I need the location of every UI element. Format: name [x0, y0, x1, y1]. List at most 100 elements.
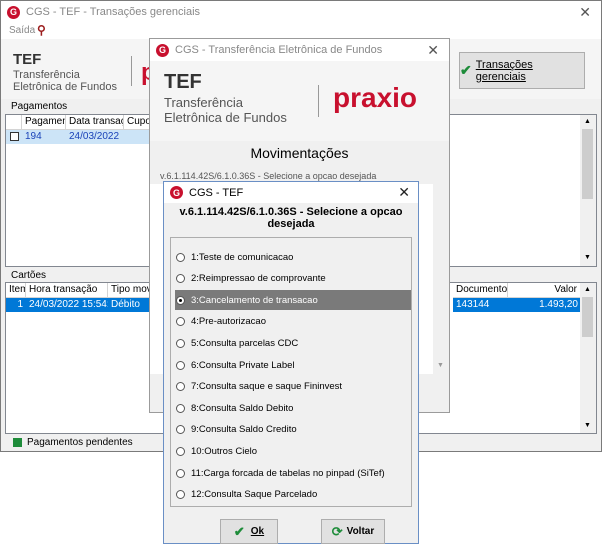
- pag-cell-data: 24/03/2022: [69, 131, 120, 142]
- option-label: 5:Consulta parcelas CDC: [191, 337, 299, 349]
- option-radio[interactable]: [176, 490, 185, 500]
- option-item[interactable]: 4:Pre-autorizacao: [175, 312, 411, 332]
- close-icon[interactable]: ✕: [398, 184, 410, 201]
- pag-header-check: [6, 115, 22, 130]
- option-radio[interactable]: [176, 338, 185, 348]
- voltar-button[interactable]: ⟳ Voltar: [321, 519, 385, 544]
- cartoes-group-label: Cartões: [11, 270, 47, 281]
- ok-button[interactable]: ✔ Ok: [220, 519, 278, 544]
- cart-cell-hora: 24/03/2022 15:54:16: [29, 299, 108, 310]
- check-icon: ✔: [460, 62, 472, 78]
- cart-header-hora: Hora transação: [26, 283, 108, 298]
- close-icon[interactable]: ✕: [427, 42, 439, 59]
- option-item[interactable]: 6:Consulta Private Label: [175, 355, 411, 375]
- tef-logo-divider: [318, 85, 319, 117]
- pag-cell-pagamento: 194: [25, 131, 42, 142]
- main-logo-sub1: Transferência: [13, 69, 80, 81]
- transacoes-gerenciais-label: Transações gerenciais: [475, 58, 533, 83]
- scroll-up-icon[interactable]: ▲: [584, 118, 591, 125]
- scroll-up-icon[interactable]: ▲: [584, 286, 591, 293]
- scroll-thumb[interactable]: [582, 297, 593, 337]
- menu-bar: Saída ⚲: [1, 23, 601, 39]
- transacoes-gerenciais-button[interactable]: ✔ Transações gerenciais: [459, 52, 585, 89]
- app-logo-icon: G: [156, 43, 169, 57]
- option-label: 1:Teste de comunicacao: [191, 251, 294, 263]
- menu-exit[interactable]: Saída: [9, 25, 35, 36]
- tef-logo-title: TEF: [164, 71, 202, 93]
- dialog-titlebar: G CGS - TEF ✕: [164, 182, 418, 203]
- option-radio[interactable]: [176, 382, 185, 392]
- tef-logo-sub1: Transferência: [164, 95, 243, 110]
- pag-header-data: Data transação: [66, 115, 124, 130]
- option-label: 11:Carga forcada de tabelas no pinpad (S…: [191, 467, 385, 479]
- voltar-label: Voltar: [346, 526, 375, 537]
- cartoes-scrollbar[interactable]: ▲ ▼: [580, 283, 596, 433]
- main-logo-sub2: Eletrônica de Fundos: [13, 81, 117, 93]
- option-label: 10:Outros Cielo: [191, 445, 258, 457]
- option-item[interactable]: 11:Carga forcada de tabelas no pinpad (S…: [175, 463, 411, 483]
- cart-cell-item: 1: [17, 299, 23, 310]
- tef-heading: Movimentações: [250, 145, 349, 161]
- pending-legend-label: Pagamentos pendentes: [27, 437, 133, 448]
- option-item[interactable]: 5:Consulta parcelas CDC: [175, 333, 411, 353]
- close-icon[interactable]: ✕: [579, 4, 591, 21]
- tef-title: CGS - Transferência Eletrônica de Fundos: [175, 44, 383, 56]
- tef-logo-sub2: Eletrônica de Fundos: [164, 110, 287, 125]
- app-logo-icon: G: [170, 186, 183, 199]
- scroll-down-icon[interactable]: ▼: [584, 422, 591, 429]
- tef-header-banner: TEF Transferência Eletrônica de Fundos p…: [150, 61, 449, 141]
- option-label: 12:Consulta Saque Parcelado: [191, 489, 318, 501]
- tef-status: v.6.1.114.42S/6.1.0.36S - Selecione a op…: [160, 171, 377, 181]
- option-radio[interactable]: [176, 425, 185, 435]
- option-item[interactable]: 9:Consulta Saldo Credito: [175, 420, 411, 440]
- refresh-icon: ⟳: [331, 523, 343, 539]
- main-title: CGS - TEF - Transações gerenciais: [26, 6, 201, 18]
- main-logo-title: TEF: [13, 51, 42, 68]
- option-radio[interactable]: [176, 274, 185, 284]
- option-radio[interactable]: [176, 403, 185, 413]
- option-radio[interactable]: [176, 468, 185, 478]
- option-label: 9:Consulta Saldo Credito: [191, 424, 297, 436]
- option-item[interactable]: 12:Consulta Saque Parcelado: [175, 485, 411, 505]
- main-titlebar: G CGS - TEF - Transações gerenciais ✕: [1, 1, 601, 23]
- scroll-thumb[interactable]: [582, 129, 593, 199]
- option-item[interactable]: 10:Outros Cielo: [175, 441, 411, 461]
- option-radio[interactable]: [176, 360, 185, 370]
- option-item[interactable]: 3:Cancelamento de transacao: [175, 290, 411, 311]
- row-checkbox[interactable]: [10, 132, 19, 141]
- tef-list-scrollbar[interactable]: ▼: [433, 184, 449, 374]
- cart-cell-valor: 1.493,20: [539, 299, 578, 310]
- pagamentos-group-label: Pagamentos: [11, 101, 68, 112]
- main-logo-divider: [131, 56, 132, 86]
- option-label: 6:Consulta Private Label: [191, 359, 295, 371]
- cart-header-valor: Valor: [508, 283, 582, 298]
- cart-header-documento: Documento: [453, 283, 508, 298]
- dialog-title: CGS - TEF: [189, 186, 244, 199]
- cart-cell-documento: 143144: [456, 299, 490, 310]
- option-item[interactable]: 8:Consulta Saldo Debito: [175, 398, 411, 418]
- search-icon[interactable]: ⚲: [37, 23, 46, 37]
- option-label: 2:Reimpressao de comprovante: [191, 273, 326, 285]
- scroll-down-icon[interactable]: ▼: [584, 254, 591, 261]
- dialog-heading: v.6.1.114.42S/6.1.0.36S - Selecione a op…: [179, 206, 403, 230]
- tef-titlebar: G CGS - Transferência Eletrônica de Fund…: [150, 39, 449, 61]
- pagamentos-scrollbar[interactable]: ▲ ▼: [580, 115, 596, 266]
- option-radio[interactable]: [176, 295, 185, 305]
- option-label: 4:Pre-autorizacao: [191, 316, 266, 328]
- ok-check-icon: ✔: [233, 523, 245, 539]
- option-item[interactable]: 1:Teste de comunicacao: [175, 247, 411, 267]
- pag-header-pagamento: Pagamento: [22, 115, 66, 130]
- option-item[interactable]: 7:Consulta saque e saque Fininvest: [175, 377, 411, 397]
- app-logo-icon: G: [7, 5, 20, 19]
- ok-label: Ok: [250, 526, 265, 537]
- option-radio[interactable]: [176, 252, 185, 262]
- cart-header-item: Item: [6, 283, 26, 298]
- option-radio[interactable]: [176, 317, 185, 327]
- option-item[interactable]: 2:Reimpressao de comprovante: [175, 269, 411, 289]
- option-radio[interactable]: [176, 446, 185, 456]
- scroll-down-icon[interactable]: ▼: [437, 362, 444, 369]
- brand-logo: praxio: [333, 82, 418, 113]
- option-label: 8:Consulta Saldo Debito: [191, 402, 294, 414]
- option-label: 7:Consulta saque e saque Fininvest: [191, 381, 343, 393]
- option-label: 3:Cancelamento de transacao: [191, 294, 318, 306]
